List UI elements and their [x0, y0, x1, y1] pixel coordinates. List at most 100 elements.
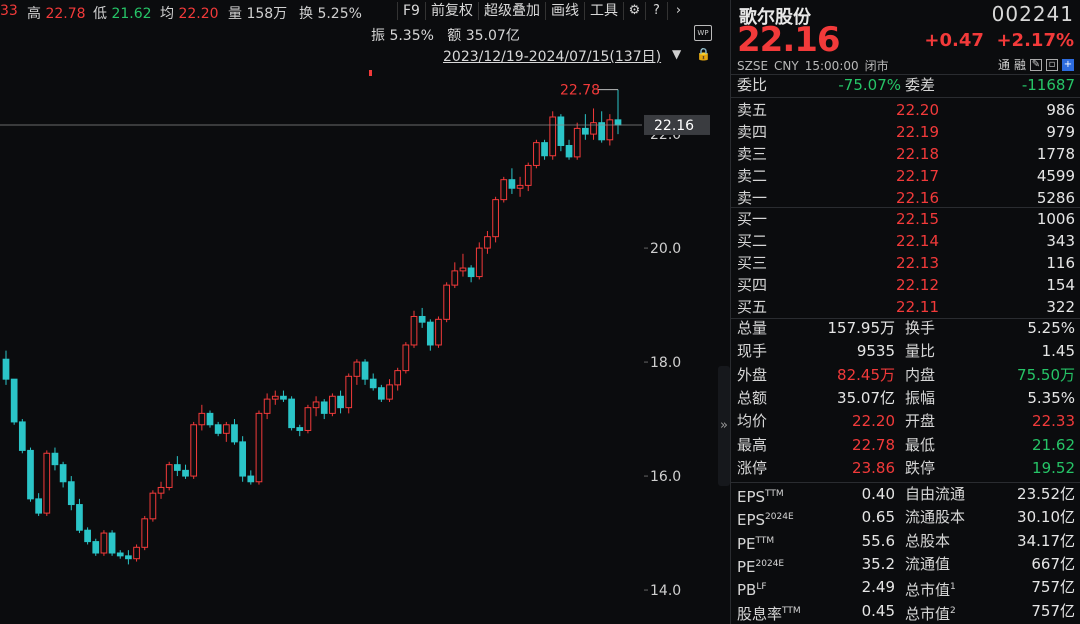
stat-label: 现手 [737, 342, 768, 361]
fund-value: 757亿 [1031, 578, 1075, 597]
low-value: 21.62 [111, 6, 152, 22]
bid-row: 买五 22.11 322 [737, 296, 1075, 319]
collapse-panel-handle[interactable]: » [718, 366, 730, 486]
stat-value: 9535 [856, 342, 895, 361]
candle-body [255, 412, 263, 483]
fundamental-row: PBLF 2.49 总市值1 757亿 [737, 576, 1075, 599]
y-tick-label: 20.0 [650, 241, 681, 257]
stat-value: 22.20 [852, 412, 895, 431]
tools-button[interactable]: 工具 [583, 2, 623, 20]
ask-label: 卖二 [737, 167, 768, 185]
change-amount: +0.47 [924, 30, 984, 51]
candlestick-chart[interactable]: 22.020.018.016.014.022.1622.78 [0, 0, 716, 624]
margin-badge[interactable]: 融 [1014, 56, 1026, 73]
fund-value: 667亿 [1031, 554, 1075, 573]
candle-body [557, 116, 565, 146]
stat-label: 均价 [737, 412, 768, 431]
ask-label: 卖四 [737, 123, 768, 141]
candle-body [573, 127, 581, 158]
candle-body [59, 464, 67, 483]
bid-volume: 322 [1046, 298, 1075, 316]
fund-value: 2.49 [861, 578, 895, 597]
candle-body [369, 378, 377, 389]
weicha-label: 委差 [905, 76, 936, 94]
amount-value: 35.07亿 [465, 28, 520, 44]
fund-label: PE2024E [737, 557, 785, 576]
settings-icon[interactable]: ⚙ [622, 2, 645, 20]
add-icon[interactable]: + [1062, 58, 1074, 71]
fund-label: 股息率TTM [737, 604, 801, 623]
candle-body [353, 361, 361, 377]
lock-icon[interactable]: 🔒 [696, 47, 711, 61]
wp-icon[interactable]: WP [694, 25, 712, 41]
ask-volume: 979 [1046, 123, 1075, 141]
bid-price: 22.14 [896, 232, 939, 250]
weicha-value: -11687 [1021, 76, 1075, 94]
y-tick-label: 14.0 [650, 583, 681, 599]
stat-label: 内盘 [905, 365, 936, 384]
candle-body [386, 384, 393, 400]
expand-icon[interactable]: ▫ [1046, 58, 1058, 71]
candle-body [443, 284, 450, 320]
fundamental-row: EPS2024E 0.65 流通股本 30.10亿 [737, 506, 1075, 529]
fund-value: 0.40 [861, 485, 895, 503]
fundamental-row: PE2024E 35.2 流通值 667亿 [737, 553, 1075, 576]
bid-volume: 343 [1046, 232, 1075, 250]
help-icon[interactable]: ? [644, 2, 667, 20]
candle-body [312, 401, 320, 409]
fund-label: PETTM [737, 534, 775, 553]
fund-value: 0.45 [861, 601, 895, 620]
stat-value: 21.62 [1032, 435, 1075, 454]
candle-body [231, 424, 238, 443]
candle-body [133, 546, 140, 560]
candle-body [125, 555, 132, 560]
candle-body [43, 452, 51, 514]
ask-volume: 1778 [1036, 145, 1075, 163]
stat-label: 振幅 [905, 388, 936, 407]
stat-value: 82.45万 [837, 365, 895, 384]
stock-connect-badge[interactable]: 通 [998, 56, 1010, 73]
candle-body [182, 469, 189, 477]
f9-button[interactable]: F9 [397, 2, 425, 20]
bid-label: 买一 [737, 210, 768, 228]
change-percent: +2.17% [996, 30, 1074, 51]
date-range-selector[interactable]: 2023/12/19-2024/07/15(137日) [443, 46, 661, 66]
candle-body [329, 395, 336, 414]
stat-label: 量比 [905, 342, 936, 361]
candle-body [508, 179, 516, 189]
stat-label: 涨停 [737, 458, 768, 477]
stat-row: 总额 35.07亿 振幅 5.35% [737, 387, 1075, 410]
avg-label: 均 [160, 6, 174, 22]
edit-icon[interactable]: ✎ [1030, 58, 1042, 71]
bid-label: 买五 [737, 298, 768, 316]
candle-body [108, 532, 116, 554]
draw-line-button[interactable]: 画线 [544, 2, 584, 20]
fund-value: 55.6 [861, 531, 895, 550]
candle-body [337, 395, 344, 409]
max-label: 22.78 [560, 83, 600, 99]
fundamental-row: EPSTTM 0.40 自由流通 23.52亿 [737, 483, 1075, 506]
ask-row: 卖四 22.19 979 [737, 121, 1075, 144]
fund-value: 23.52亿 [1017, 485, 1075, 503]
stat-row: 现手 9535 量比 1.45 [737, 340, 1075, 363]
fund-value: 35.2 [861, 554, 895, 573]
super-overlay-button[interactable]: 超级叠加 [477, 2, 545, 20]
bid-row: 买四 22.12 154 [737, 274, 1075, 297]
candle-body [198, 412, 206, 426]
chevron-right-icon[interactable]: › [666, 2, 689, 20]
bid-row: 买二 22.14 343 [737, 230, 1075, 253]
candle-body [541, 142, 548, 157]
kline-chart-area[interactable]: 22.0 20.0 18.0 16.0 14.0 22.16 22.78 33 高 22.7… [0, 0, 716, 624]
stat-row: 均价 22.20 开盘 22.33 [737, 410, 1075, 433]
last-price: 22.16 [737, 20, 841, 60]
bid-label: 买二 [737, 232, 768, 250]
secondary-stats: 振 5.35% 额 35.07亿 [371, 25, 520, 45]
restore-right-button[interactable]: 前复权 [424, 2, 478, 20]
candle-body [451, 270, 459, 286]
stat-label: 最高 [737, 435, 768, 454]
dropdown-arrow-icon[interactable]: ▼ [672, 47, 681, 61]
candle-body [459, 267, 467, 272]
ask-price: 22.20 [896, 101, 939, 119]
candle-body [18, 421, 26, 451]
candle-body [320, 401, 328, 414]
